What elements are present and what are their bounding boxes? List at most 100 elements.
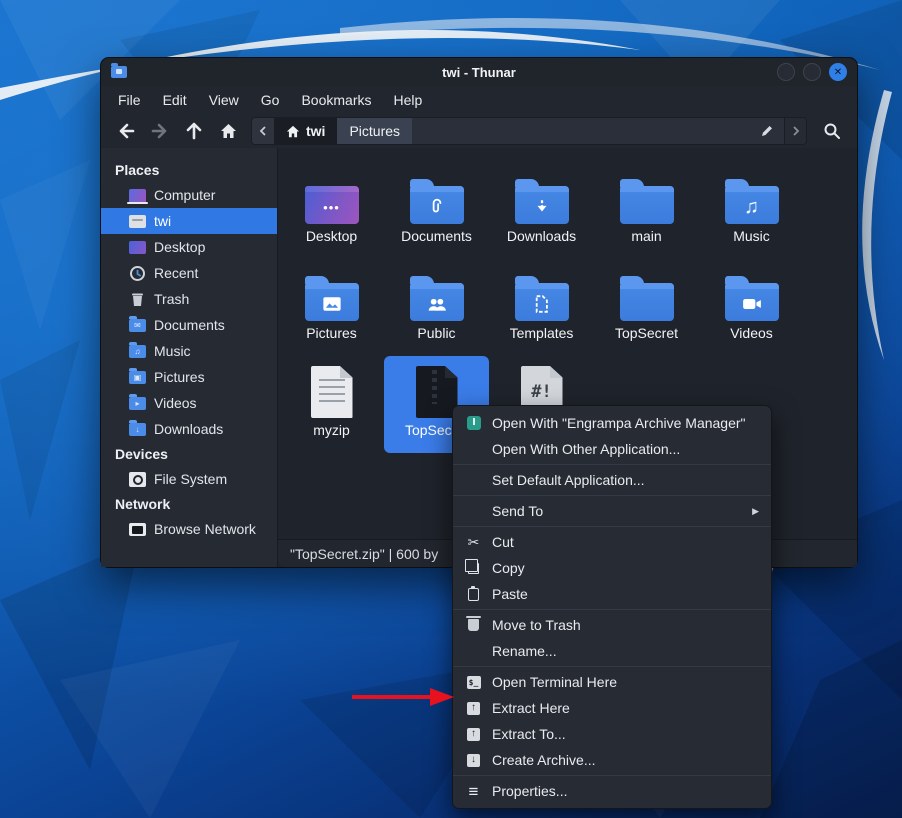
menu-item-open-with-engrampa[interactable]: Open With "Engrampa Archive Manager" (453, 410, 771, 436)
context-menu: Open With "Engrampa Archive Manager" Ope… (452, 405, 772, 809)
sidebar-item-videos[interactable]: ▸ Videos (101, 390, 277, 416)
menu-item-send-to[interactable]: Send To ▶ (453, 498, 771, 524)
desktop-background: twi - Thunar ✕ File Edit View Go Bookmar… (0, 0, 902, 818)
video-camera-emblem (742, 297, 762, 311)
menu-item-create-archive[interactable]: ↓ Create Archive... (453, 747, 771, 773)
edit-path-button[interactable] (750, 118, 784, 144)
file-tile-public[interactable]: Public (384, 259, 489, 356)
menu-item-set-default-application[interactable]: Set Default Application... (453, 467, 771, 493)
forward-button[interactable] (145, 118, 175, 144)
archive-icon: ↓ (467, 754, 480, 767)
sidebar-label: Downloads (154, 421, 223, 437)
menu-go[interactable]: Go (252, 89, 289, 111)
titlebar[interactable]: twi - Thunar ✕ (101, 58, 857, 86)
menu-item-paste[interactable]: Paste (453, 581, 771, 607)
file-tile-desktop[interactable]: ••• Desktop (279, 162, 384, 259)
sidebar-item-downloads[interactable]: ↓ Downloads (101, 416, 277, 442)
sidebar-item-desktop[interactable]: Desktop (101, 234, 277, 260)
trash-icon (129, 291, 146, 308)
menu-help[interactable]: Help (385, 89, 432, 111)
menu-edit[interactable]: Edit (154, 89, 196, 111)
menu-item-properties[interactable]: ≡ Properties... (453, 778, 771, 804)
sidebar-label: Desktop (154, 239, 205, 255)
extract-icon: ↑ (467, 702, 480, 715)
sidebar-label: Browse Network (154, 521, 256, 537)
sidebar-item-pictures[interactable]: ▣ Pictures (101, 364, 277, 390)
menu-separator (453, 464, 771, 465)
sidebar-label: Computer (154, 187, 215, 203)
menu-bookmarks[interactable]: Bookmarks (292, 89, 380, 111)
file-tile-videos[interactable]: Videos (699, 259, 804, 356)
sidebar-item-computer[interactable]: Computer (101, 182, 277, 208)
path-scroll-right-button[interactable] (784, 118, 806, 144)
path-segment-pictures[interactable]: Pictures (337, 118, 412, 144)
terminal-icon: $_ (467, 676, 481, 689)
menu-item-cut[interactable]: ✂ Cut (453, 529, 771, 555)
file-label: main (631, 228, 661, 244)
sidebar-header-places: Places (101, 158, 277, 182)
status-text: "TopSecret.zip" | 600 by (290, 546, 438, 562)
file-tile-pictures[interactable]: Pictures (279, 259, 384, 356)
file-label: Downloads (507, 228, 576, 244)
sidebar-header-devices: Devices (101, 442, 277, 466)
close-button[interactable]: ✕ (829, 63, 847, 81)
search-button[interactable] (817, 118, 847, 144)
path-empty-area[interactable] (412, 118, 750, 144)
sidebar-item-music[interactable]: ♫ Music (101, 338, 277, 364)
sidebar-item-twi[interactable]: twi (101, 208, 277, 234)
file-label: Public (417, 325, 455, 341)
minimize-button[interactable] (777, 63, 795, 81)
file-tile-templates[interactable]: Templates (489, 259, 594, 356)
menu-item-rename[interactable]: Rename... (453, 638, 771, 664)
home-button[interactable] (213, 118, 243, 144)
folder-videos-icon: ▸ (129, 397, 146, 410)
back-button[interactable] (111, 118, 141, 144)
sidebar-item-documents[interactable]: ✉ Documents (101, 312, 277, 338)
file-tile-documents[interactable]: Documents (384, 162, 489, 259)
menubar: File Edit View Go Bookmarks Help (101, 86, 857, 114)
sidebar-label: twi (154, 213, 171, 229)
folder-videos-icon (725, 283, 779, 321)
plain-folder-icon (620, 186, 674, 224)
desktop-folder-icon (129, 241, 146, 254)
menu-file[interactable]: File (109, 89, 150, 111)
sidebar-item-recent[interactable]: Recent (101, 260, 277, 286)
file-tile-main[interactable]: main (594, 162, 699, 259)
computer-icon (129, 189, 146, 202)
menu-view[interactable]: View (200, 89, 248, 111)
sidebar-item-browse-network[interactable]: Browse Network (101, 516, 277, 542)
thunar-app-icon (111, 66, 127, 78)
sidebar-item-trash[interactable]: Trash (101, 286, 277, 312)
up-button[interactable] (179, 118, 209, 144)
path-scroll-left-button[interactable] (252, 118, 274, 144)
path-segment-home[interactable]: twi (274, 118, 337, 144)
menu-item-extract-here[interactable]: ↑ Extract Here (453, 695, 771, 721)
menu-separator (453, 666, 771, 667)
folder-public-icon (410, 283, 464, 321)
people-emblem (427, 297, 447, 312)
file-label: myzip (313, 422, 350, 438)
file-tile-myzip[interactable]: myzip (279, 356, 384, 453)
menu-item-open-terminal-here[interactable]: $_ Open Terminal Here (453, 669, 771, 695)
menu-item-move-to-trash[interactable]: Move to Trash (453, 612, 771, 638)
sidebar-item-file-system[interactable]: File System (101, 466, 277, 492)
engrampa-icon (467, 416, 481, 430)
document-emblem (534, 295, 549, 313)
menu-separator (453, 495, 771, 496)
menu-item-open-with-other[interactable]: Open With Other Application... (453, 436, 771, 462)
file-tile-topsecret-folder[interactable]: TopSecret (594, 259, 699, 356)
sidebar-label: Recent (154, 265, 198, 281)
maximize-button[interactable] (803, 63, 821, 81)
file-tile-music[interactable]: ♫ Music (699, 162, 804, 259)
folder-music-icon: ♫ (725, 186, 779, 224)
menu-item-extract-to[interactable]: ↑ Extract To... (453, 721, 771, 747)
menu-separator (453, 609, 771, 610)
paperclip-emblem (427, 198, 447, 216)
folder-pictures-icon (305, 283, 359, 321)
sidebar: Places Computer twi Desktop (101, 148, 278, 567)
file-label: Pictures (306, 325, 357, 341)
file-label: TopSecret (615, 325, 678, 341)
file-tile-downloads[interactable]: Downloads (489, 162, 594, 259)
menu-item-copy[interactable]: Copy (453, 555, 771, 581)
file-label: Documents (401, 228, 472, 244)
